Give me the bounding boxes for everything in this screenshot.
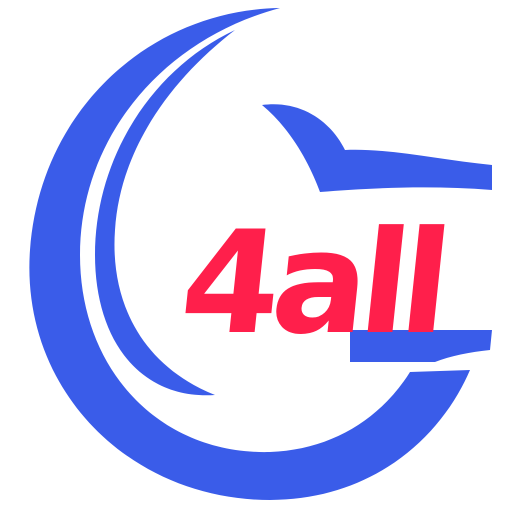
logo: 4all (0, 0, 512, 512)
swoosh-shape (262, 104, 492, 192)
logo-mark: 4all (29, 8, 492, 500)
brand-wordmark: 4all (174, 200, 451, 366)
